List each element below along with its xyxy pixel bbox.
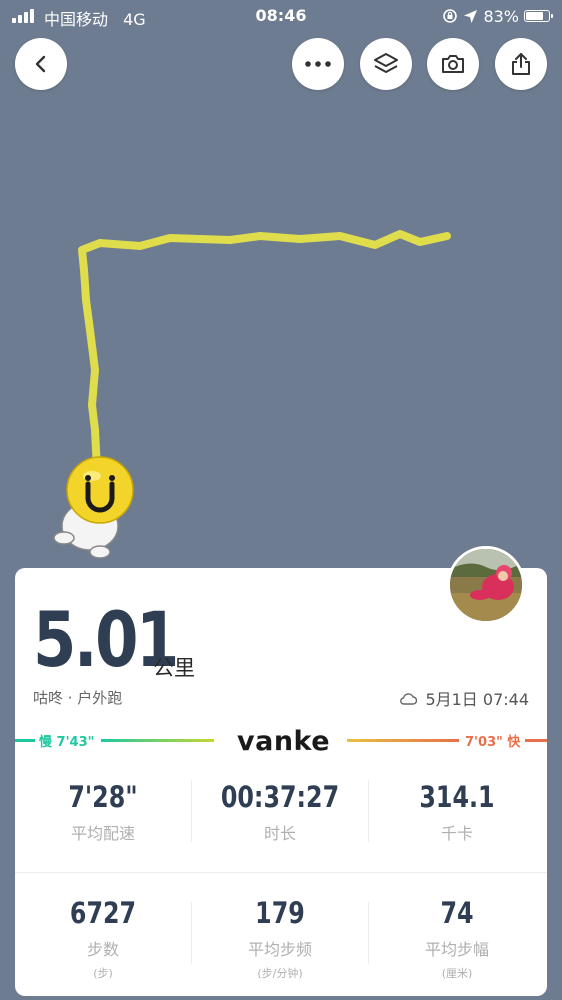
stat-value: 6727 <box>69 896 137 930</box>
mascot-icon <box>53 456 134 559</box>
datetime-text: 5月1日 07:44 <box>425 690 529 709</box>
share-button[interactable] <box>495 38 547 90</box>
stat-label: 步数 <box>86 939 119 959</box>
row-divider <box>15 872 547 873</box>
stat-calories: 314.1 千卡 <box>369 780 545 844</box>
stat-label: 平均步频 <box>247 939 312 959</box>
stat-stride: 74 平均步幅 (厘米) <box>369 896 545 981</box>
stat-cadence: 179 平均步频 (步/分钟) <box>192 896 368 981</box>
pace-fast-label: 7'03" 快 <box>465 735 521 750</box>
stat-label: 千卡 <box>440 823 473 843</box>
back-button[interactable] <box>15 38 67 90</box>
cloud-icon <box>400 692 418 705</box>
camera-icon <box>442 55 464 73</box>
pace-legend: 慢 7'43" vanke 7'03" 快 <box>15 726 547 757</box>
more-dots-icon <box>305 61 331 67</box>
layers-icon <box>374 53 398 73</box>
pace-gradient-left <box>101 739 214 742</box>
stat-value: 74 <box>440 896 474 930</box>
stat-value: 00:37:27 <box>220 780 340 814</box>
avatar-photo <box>450 549 522 621</box>
stat-duration: 00:37:27 时长 <box>192 780 368 844</box>
pace-bar-slow-stub <box>15 739 35 742</box>
stat-value: 179 <box>255 896 305 930</box>
run-type: 咕咚 · 户外跑 <box>33 689 123 707</box>
pace-slow-label: 慢 7'43" <box>39 735 95 750</box>
summary-card: 5.01 公里 咕咚 · 户外跑 5月1日 07:44 慢 7'43" vank… <box>15 568 547 996</box>
chevron-left-icon <box>35 55 46 73</box>
stat-sub: (步/分钟) <box>257 966 303 980</box>
layers-button[interactable] <box>360 38 412 90</box>
stat-label: 平均步幅 <box>424 939 489 959</box>
stat-sub: (厘米) <box>441 966 473 980</box>
camera-button[interactable] <box>427 38 479 90</box>
stat-avg-pace: 7'28" 平均配速 <box>15 780 191 844</box>
run-datetime: 5月1日 07:44 <box>399 686 529 710</box>
stat-sub: (步) <box>93 966 113 980</box>
pace-bar-fast-stub <box>525 739 547 742</box>
stat-value: 314.1 <box>419 780 495 814</box>
route-path <box>78 230 451 474</box>
stat-label: 时长 <box>263 823 296 843</box>
distance-unit: 公里 <box>153 656 195 680</box>
stat-steps: 6727 步数 (步) <box>15 896 191 981</box>
stat-label: 平均配速 <box>70 823 135 843</box>
avatar[interactable] <box>447 546 525 624</box>
stat-value: 7'28" <box>68 780 138 814</box>
share-icon <box>512 53 530 75</box>
brand-logo: vanke <box>237 726 331 757</box>
more-button[interactable] <box>292 38 344 90</box>
pace-gradient-right <box>347 739 459 742</box>
